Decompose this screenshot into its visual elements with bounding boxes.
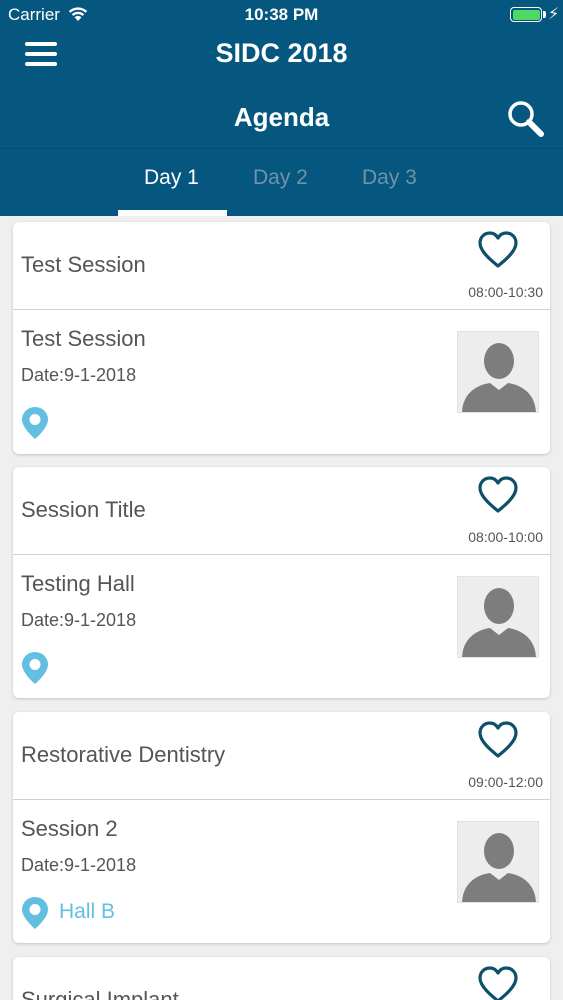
heart-icon[interactable] <box>476 475 520 515</box>
heart-icon[interactable] <box>476 720 520 760</box>
session-card-header: Session Title 08:00-10:00 <box>13 467 550 555</box>
heart-icon[interactable] <box>476 965 520 1000</box>
session-card-body: Testing Hall Date:9-1-2018 <box>13 555 550 698</box>
session-card[interactable]: Restorative Dentistry 09:00-12:00 Sessio… <box>13 712 550 943</box>
speaker-name: Testing Hall <box>21 571 135 596</box>
active-tab-indicator <box>118 210 227 216</box>
clock: 10:38 PM <box>244 5 319 24</box>
session-card-header: Restorative Dentistry 09:00-12:00 <box>13 712 550 800</box>
session-title: Surgical Implant <box>21 987 179 1000</box>
session-time: 09:00-12:00 <box>468 774 543 790</box>
app-header: Carrier 10:38 PM ⚡︎ SIDC 2018 Agenda Day… <box>0 0 563 216</box>
session-title: Test Session <box>21 252 146 277</box>
battery-tip <box>543 11 546 18</box>
speaker-name: Session 2 <box>21 816 118 841</box>
location-pin-icon[interactable] <box>21 651 49 685</box>
session-card[interactable]: Test Session 08:00-10:30 Test Session Da… <box>13 222 550 454</box>
session-card-header: Test Session 08:00-10:30 <box>13 222 550 310</box>
session-title: Session Title <box>21 497 146 522</box>
speaker-avatar <box>457 821 539 903</box>
page-title: Agenda <box>233 102 330 132</box>
location-label[interactable]: Hall B <box>59 900 115 924</box>
tab-day-1[interactable]: Day 1 <box>144 166 199 190</box>
charging-bolt-icon: ⚡︎ <box>548 6 560 23</box>
tab-divider <box>0 148 563 149</box>
app-title: SIDC 2018 <box>215 38 348 68</box>
location-pin-icon[interactable] <box>21 406 49 440</box>
session-card-body: Session 2 Date:9-1-2018 Hall B <box>13 800 550 943</box>
speaker-avatar <box>457 331 539 413</box>
tab-day-3[interactable]: Day 3 <box>362 166 417 190</box>
battery-icon <box>510 7 542 22</box>
session-title: Restorative Dentistry <box>21 742 226 767</box>
status-bar: Carrier 10:38 PM ⚡︎ <box>0 0 563 30</box>
session-time: 08:00-10:00 <box>468 529 543 545</box>
session-card-header: Surgical Implant <box>13 957 550 1000</box>
session-date: Date:9-1-2018 <box>21 365 137 385</box>
session-card-body: Test Session Date:9-1-2018 <box>13 310 550 453</box>
speaker-name: Test Session <box>21 326 146 351</box>
location-pin-icon[interactable] <box>21 896 49 930</box>
session-date: Date:9-1-2018 <box>21 610 137 630</box>
heart-icon[interactable] <box>476 230 520 270</box>
session-card[interactable]: Session Title 08:00-10:00 Testing Hall D… <box>13 467 550 698</box>
search-icon[interactable] <box>505 98 547 140</box>
tab-day-2[interactable]: Day 2 <box>253 166 308 190</box>
speaker-avatar <box>457 576 539 658</box>
session-time: 08:00-10:30 <box>468 284 543 300</box>
session-card[interactable]: Surgical Implant <box>13 957 550 1000</box>
session-date: Date:9-1-2018 <box>21 855 137 875</box>
